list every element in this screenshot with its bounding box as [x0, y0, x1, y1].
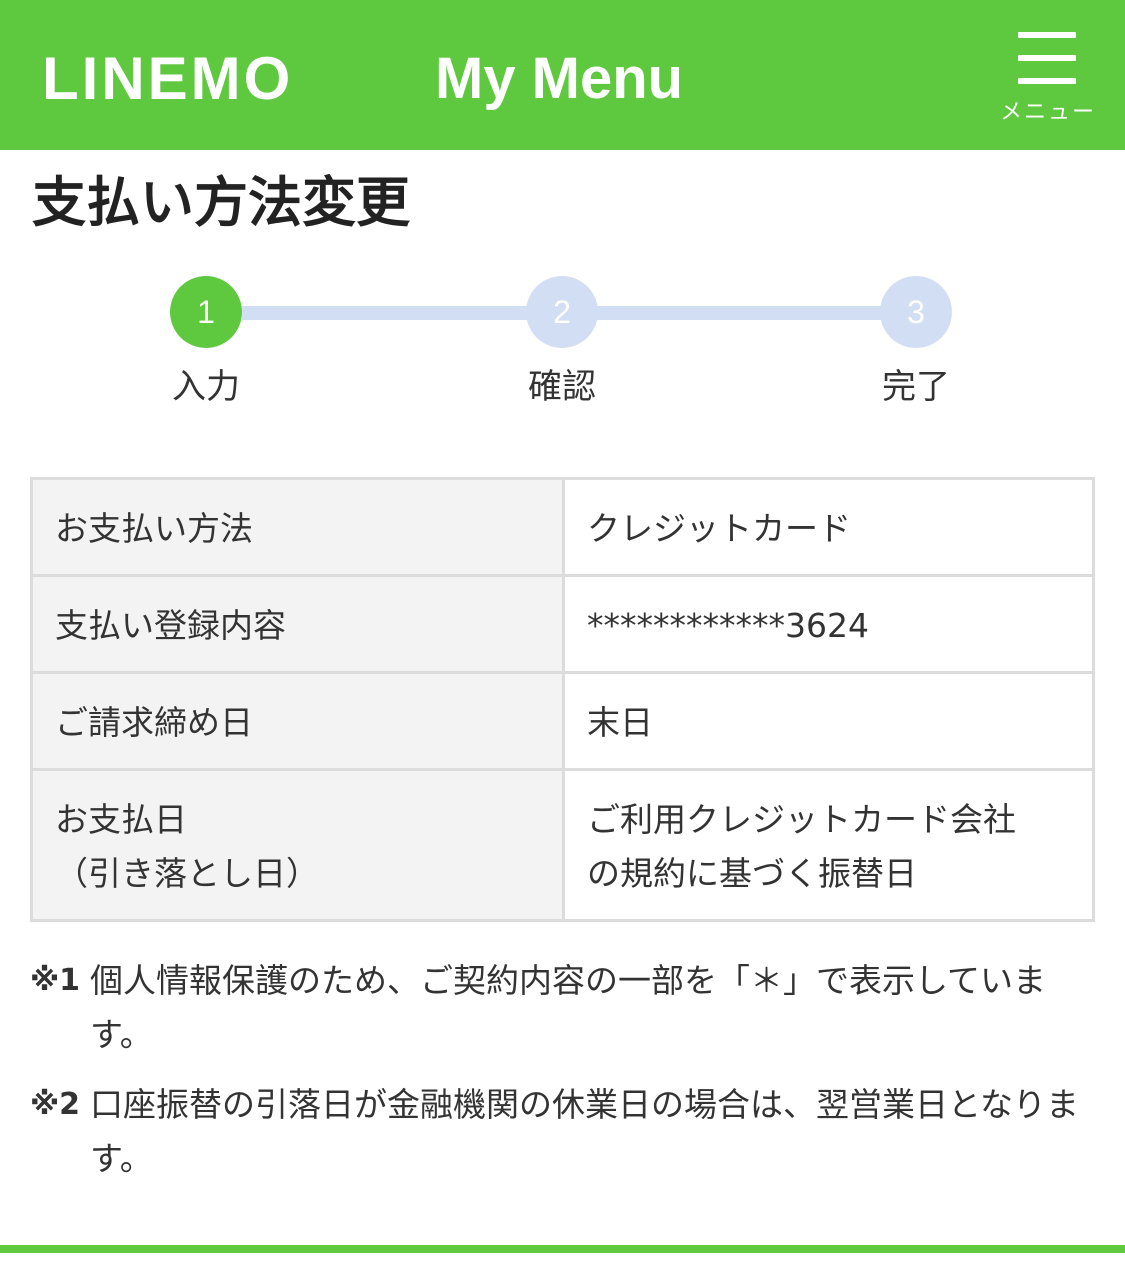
- row-label: 支払い登録内容: [30, 574, 565, 674]
- footnote-mark: ※2: [30, 1087, 81, 1122]
- row-value-line: ご利用クレジットカード会社: [587, 800, 1016, 839]
- linemo-logo[interactable]: LINEMO: [42, 46, 293, 112]
- bottom-divider: [0, 1245, 1125, 1253]
- step-1-circle: 1: [170, 276, 242, 348]
- footnote-mark: ※1: [30, 963, 81, 998]
- footnote-item: ※1 個人情報保護のため、ご契約内容の一部を「＊」で表示しています。: [30, 954, 1100, 1062]
- step-connector: [242, 306, 528, 320]
- row-label: お支払日 （引き落とし日）: [30, 768, 565, 922]
- menu-button-label: メニュー: [999, 100, 1096, 125]
- row-value: クレジットカード: [562, 477, 1095, 577]
- row-label: ご請求締め日: [30, 671, 565, 771]
- row-value: 末日: [562, 671, 1095, 771]
- footnotes: ※1 個人情報保護のため、ご契約内容の一部を「＊」で表示しています。 ※2 口座…: [30, 954, 1100, 1202]
- menu-button[interactable]: メニュー: [996, 28, 1100, 132]
- step-1-label: 入力: [172, 367, 240, 407]
- footnote-item: ※2 口座振替の引落日が金融機関の休業日の場合は、翌営業日となります。: [30, 1078, 1100, 1186]
- table-row: 支払い登録内容 ************3624: [30, 574, 1095, 674]
- page-title: 支払い方法変更: [32, 171, 410, 234]
- row-value-line: の規約に基づく振替日: [587, 854, 917, 893]
- hamburger-icon: [1018, 32, 1076, 84]
- step-connector: [596, 306, 882, 320]
- row-label-line: お支払日: [55, 800, 187, 839]
- step-2-circle: 2: [526, 276, 598, 348]
- row-label-line: （引き落とし日）: [55, 854, 319, 893]
- footnote-text: 口座振替の引落日が金融機関の休業日の場合は、翌営業日となります。: [90, 1085, 1080, 1178]
- app-header: LINEMO My Menu メニュー: [0, 0, 1125, 150]
- step-3-circle: 3: [880, 276, 952, 348]
- table-row: お支払い方法 クレジットカード: [30, 477, 1095, 577]
- progress-stepper: 1 2 3 入力 確認 完了: [0, 276, 1125, 416]
- header-title: My Menu: [435, 46, 684, 111]
- payment-info-table: お支払い方法 クレジットカード 支払い登録内容 ************3624…: [30, 477, 1095, 922]
- table-row: お支払日 （引き落とし日） ご利用クレジットカード会社 の規約に基づく振替日: [30, 768, 1095, 922]
- footnote-text: 個人情報保護のため、ご契約内容の一部を「＊」で表示しています。: [90, 961, 1047, 1054]
- row-label: お支払い方法: [30, 477, 565, 577]
- step-3-label: 完了: [882, 367, 950, 407]
- row-value: ************3624: [562, 574, 1095, 674]
- step-2-label: 確認: [528, 367, 596, 407]
- table-row: ご請求締め日 末日: [30, 671, 1095, 771]
- row-value: ご利用クレジットカード会社 の規約に基づく振替日: [562, 768, 1095, 922]
